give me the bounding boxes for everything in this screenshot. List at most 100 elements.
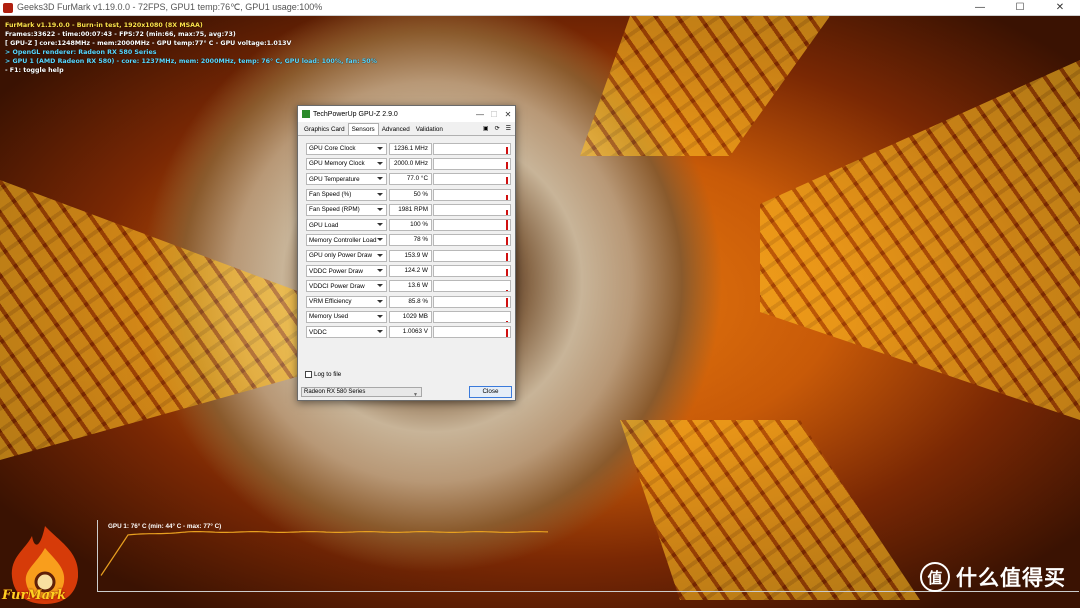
sensor-row: GPU Core Clock 1236.1 MHz [306, 141, 511, 156]
refresh-icon[interactable]: ⟳ [495, 125, 500, 132]
sensor-row: VDDC 1.0063 V [306, 325, 511, 340]
sensor-name-dropdown[interactable]: GPU Core Clock [306, 142, 387, 155]
sensor-graph [433, 249, 511, 262]
sensor-value: 2000.0 MHz [389, 157, 432, 170]
sensor-value: 1236.1 MHz [389, 142, 432, 155]
camera-icon[interactable]: ▣ [483, 125, 489, 132]
sensor-name: GPU Load [309, 221, 339, 229]
sensor-graph [433, 310, 511, 323]
sensor-value: 50 % [389, 188, 432, 201]
gpuz-title: TechPowerUp GPU-Z 2.9.0 [313, 110, 398, 118]
menu-icon[interactable]: ☰ [506, 125, 511, 132]
sensor-graph-bar [506, 146, 508, 154]
gpuz-close-button[interactable]: ✕ [501, 110, 515, 119]
chevron-down-icon [377, 223, 383, 227]
close-window-button[interactable]: ✕ [1040, 2, 1080, 13]
sensor-value: 1981 RPM [389, 203, 432, 216]
background-wing-left [0, 180, 300, 460]
sensor-value: 153.9 W [389, 249, 432, 262]
overlay-line-frames: Frames:33622 - time:00:07:43 - FPS:72 (m… [5, 31, 236, 38]
sensor-name: VDDC [309, 328, 327, 336]
sensor-name: GPU only Power Draw [309, 252, 372, 260]
sensor-graph [433, 295, 511, 308]
chevron-down-icon [377, 161, 383, 165]
sensor-row: VRM Efficiency 85.8 % [306, 294, 511, 309]
sensor-name-dropdown[interactable]: GPU Memory Clock [306, 157, 387, 170]
chevron-down-icon [377, 253, 383, 257]
sensor-name: GPU Temperature [309, 175, 360, 183]
tab-graphics-card[interactable]: Graphics Card [301, 124, 348, 135]
sensor-name: Memory Controller Load [309, 236, 377, 244]
sensor-graph [433, 173, 511, 186]
overlay-line-renderer: > OpenGL renderer: Radeon RX 580 Series [5, 49, 157, 56]
sensor-name-dropdown[interactable]: Fan Speed (%) [306, 188, 387, 201]
sensor-name: GPU Memory Clock [309, 160, 365, 168]
sensor-value: 78 % [389, 234, 432, 247]
chevron-down-icon [377, 330, 383, 334]
sensor-row: VDDC Power Draw 124.2 W [306, 263, 511, 278]
sensor-name-dropdown[interactable]: Memory Controller Load [306, 234, 387, 247]
tab-advanced[interactable]: Advanced [379, 124, 413, 135]
gpu-select-value: Radeon RX 580 Series [304, 389, 366, 395]
overlay-line-help: - F1: toggle help [5, 67, 64, 74]
sensor-row: GPU Memory Clock 2000.0 MHz [306, 156, 511, 171]
sensor-name-dropdown[interactable]: GPU Temperature [306, 173, 387, 186]
background-wing-right [760, 60, 1080, 420]
sensor-name-dropdown[interactable]: GPU only Power Draw [306, 249, 387, 262]
sensor-name-dropdown[interactable]: GPU Load [306, 219, 387, 232]
sensor-name-dropdown[interactable]: Memory Used [306, 310, 387, 323]
sensor-value: 124.2 W [389, 265, 432, 278]
sensor-graph-bar [506, 177, 508, 185]
gpuz-tabs: Graphics Card Sensors Advanced Validatio… [298, 122, 515, 136]
tab-validation[interactable]: Validation [413, 124, 446, 135]
window-titlebar: Geeks3D FurMark v1.19.0.0 - 72FPS, GPU1 … [0, 0, 1080, 16]
sensor-graph-bar [506, 269, 508, 277]
sensor-graph [433, 188, 511, 201]
log-to-file-checkbox[interactable] [305, 371, 312, 378]
sensor-name-dropdown[interactable]: VDDCI Power Draw [306, 280, 387, 293]
sensor-value: 77.0 °C [389, 173, 432, 186]
watermark-text: 什么值得买 [956, 567, 1066, 590]
gpuz-maximize-button[interactable]: ☐ [487, 110, 501, 119]
sensor-graph-bar [506, 290, 508, 292]
chevron-down-icon [377, 269, 383, 273]
sensor-graph [433, 265, 511, 278]
sensor-row: Fan Speed (RPM) 1981 RPM [306, 202, 511, 217]
sensor-name: VDDCI Power Draw [309, 282, 365, 290]
chevron-down-icon [377, 284, 383, 288]
tab-sensors[interactable]: Sensors [347, 123, 379, 135]
sensor-value: 100 % [389, 219, 432, 232]
sensor-name: VRM Efficiency [309, 298, 352, 306]
chevron-down-icon [377, 314, 383, 318]
chevron-down-icon: ▼ [413, 392, 418, 398]
sensor-graph [433, 234, 511, 247]
sensor-row: VDDCI Power Draw 13.6 W [306, 279, 511, 294]
overlay-line-version: FurMark v1.19.0.0 - Burn-in test, 1920x1… [5, 22, 203, 29]
window-title: Geeks3D FurMark v1.19.0.0 - 72FPS, GPU1 … [17, 2, 323, 12]
furmark-app-icon [3, 2, 13, 13]
sensor-graph [433, 203, 511, 216]
sensor-name-dropdown[interactable]: Fan Speed (RPM) [306, 203, 387, 216]
sensor-row: GPU Temperature 77.0 °C [306, 172, 511, 187]
maximize-button[interactable]: ☐ [1000, 2, 1040, 13]
close-button[interactable]: Close [469, 386, 512, 398]
sensor-name-dropdown[interactable]: VDDC Power Draw [306, 265, 387, 278]
log-to-file-label: Log to file [314, 371, 342, 378]
sensor-graph [433, 219, 511, 232]
gpuz-minimize-button[interactable]: — [473, 110, 487, 119]
sensor-graph [433, 157, 511, 170]
gpu-select-dropdown[interactable]: Radeon RX 580 Series ▼ [301, 387, 422, 398]
sensor-name-dropdown[interactable]: VRM Efficiency [306, 295, 387, 308]
gpuz-window: TechPowerUp GPU-Z 2.9.0 — ☐ ✕ Graphics C… [297, 105, 516, 401]
furmark-overlay-info: FurMark v1.19.0.0 - Burn-in test, 1920x1… [5, 21, 377, 75]
sensor-graph-bar [506, 237, 508, 246]
minimize-button[interactable]: — [960, 2, 1000, 13]
log-to-file-row[interactable]: Log to file [305, 371, 341, 378]
sensor-list: GPU Core Clock 1236.1 MHz GPU Memory Clock… [306, 141, 511, 340]
sensor-row: Memory Used 1029 MB [306, 309, 511, 324]
watermark: 值 什么值得买 [920, 562, 1066, 592]
sensor-row: GPU Load 100 % [306, 217, 511, 232]
chevron-down-icon [377, 192, 383, 196]
sensor-name-dropdown[interactable]: VDDC [306, 326, 387, 339]
sensor-graph [433, 280, 511, 293]
